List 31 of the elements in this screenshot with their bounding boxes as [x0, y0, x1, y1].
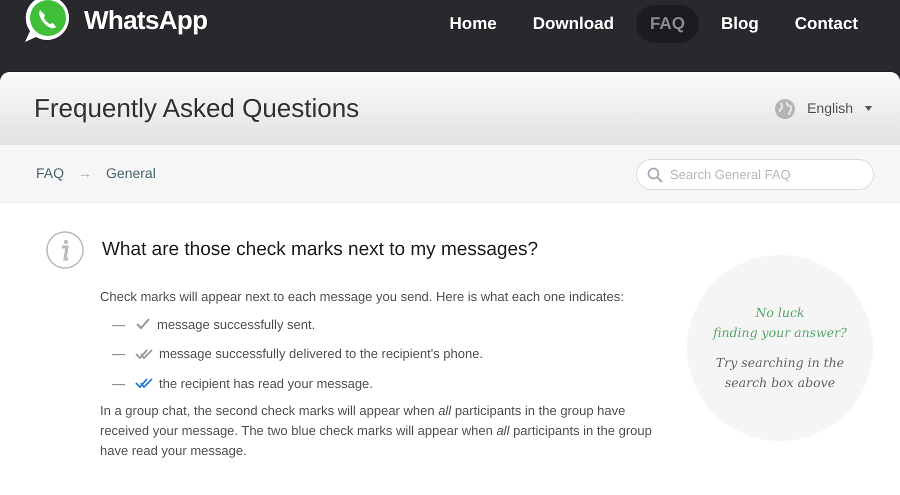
nav-link[interactable]: Contact: [780, 5, 872, 42]
help-hint: Try searching in the search box above: [715, 354, 845, 392]
nav-link[interactable]: FAQ: [636, 5, 699, 42]
nav-link[interactable]: Home: [436, 5, 511, 42]
double-check-icon: [135, 348, 153, 360]
breadcrumb-link[interactable]: FAQ: [36, 163, 64, 184]
breadcrumb-link[interactable]: General: [106, 163, 156, 184]
caret-icon: [865, 106, 872, 111]
double-check-icon: [135, 377, 153, 390]
help-heading: finding your answer?: [713, 324, 847, 342]
dash: —: [112, 345, 125, 363]
language-selector[interactable]: English: [775, 98, 872, 119]
check-icon: [135, 318, 151, 330]
globe-icon: [775, 98, 796, 118]
bullet-text: the recipient has read your message.: [159, 374, 373, 393]
nav-link[interactable]: Blog: [706, 5, 773, 42]
help-heading: No luck: [754, 304, 806, 322]
breadcrumb-separator: →: [78, 164, 92, 183]
bullet-text: message successfully delivered to the recipient's phone.: [159, 345, 484, 363]
page-title: Frequently Asked Questions: [34, 92, 360, 125]
dash: —: [112, 316, 125, 334]
search-icon: [647, 167, 663, 183]
question-heading: What are those check marks next to my messages?: [102, 238, 538, 262]
bullet-text: message successfully sent.: [157, 316, 316, 334]
paragraph-text: In a group chat, the second check marks will appear when all participants in the group have received your message. The two blue check marks will appear when all participants in the group have read your message.: [100, 402, 653, 460]
info-icon: [46, 231, 84, 269]
nav-link[interactable]: Download: [518, 5, 628, 42]
dash: —: [112, 374, 125, 392]
intro-text: Check marks will appear next to each message you send. Here is what each one indicates:: [100, 288, 625, 306]
search-field[interactable]: Search General FAQ: [636, 159, 874, 190]
logo-text: WhatsApp: [84, 4, 208, 36]
